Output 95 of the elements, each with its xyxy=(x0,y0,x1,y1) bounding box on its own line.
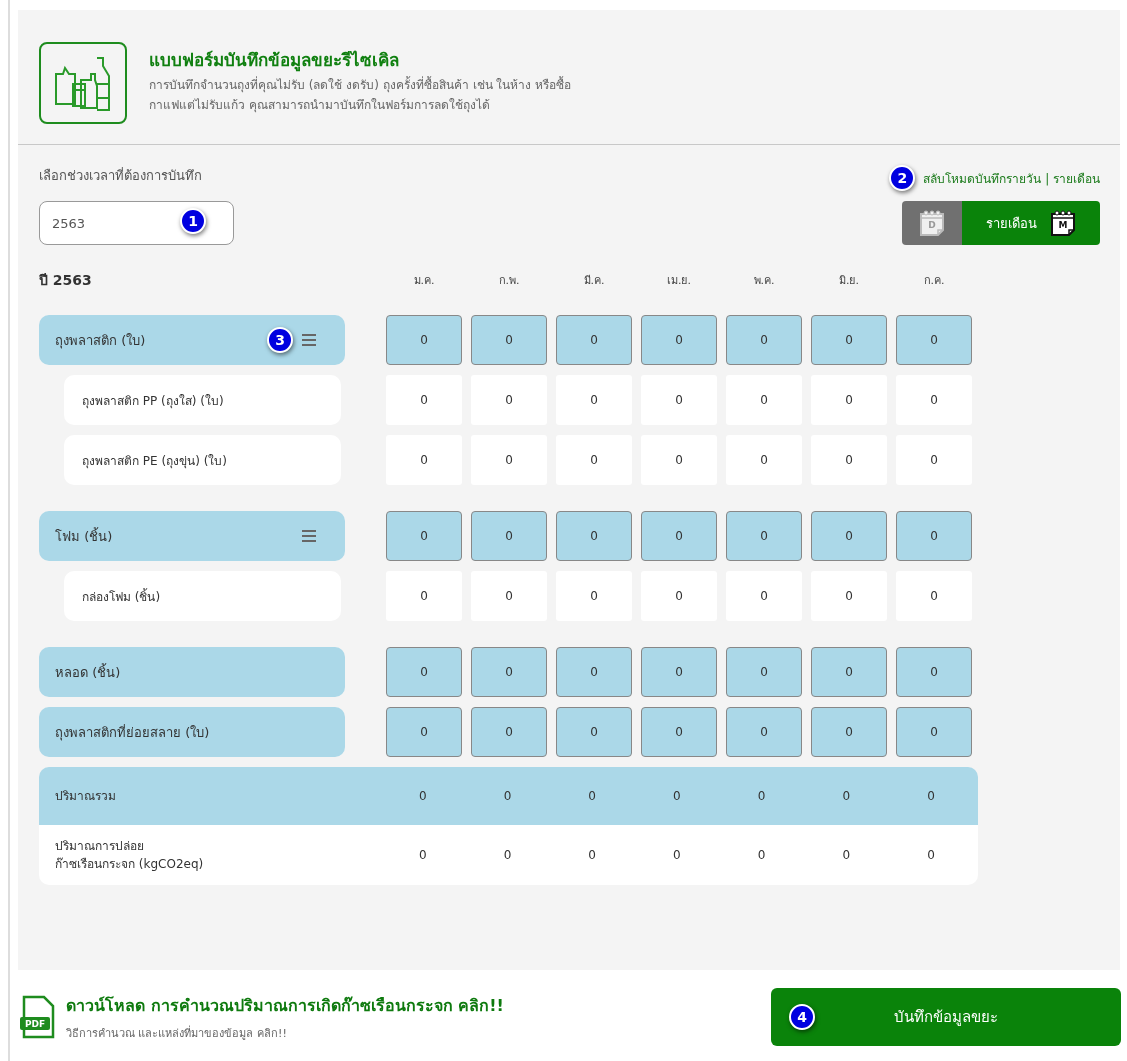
value-field[interactable]: 0 xyxy=(556,435,632,485)
value-field[interactable]: 0 xyxy=(471,647,547,697)
form-title: แบบฟอร์มบันทึกข้อมูลขยะรีไซเคิล xyxy=(149,49,400,73)
value-field[interactable]: 0 xyxy=(556,571,632,621)
value-field[interactable]: 0 xyxy=(471,435,547,485)
value-field[interactable]: 0 xyxy=(811,435,887,485)
value-field[interactable]: 0 xyxy=(386,707,462,757)
mode-switch-link[interactable]: สลับโหมดบันทึกรายวัน | รายเดือน xyxy=(923,168,1100,188)
value-field[interactable]: 0 xyxy=(896,375,972,425)
callout-badge: 4 xyxy=(789,1004,815,1030)
value-field[interactable]: 0 xyxy=(386,511,462,561)
value-field[interactable]: 0 xyxy=(896,647,972,697)
value-field[interactable]: 0 xyxy=(896,707,972,757)
value-field[interactable]: 0 xyxy=(471,707,547,757)
value-field[interactable]: 0 xyxy=(726,435,802,485)
year-heading: ปี 2563 xyxy=(39,271,93,290)
emission-value: 0 xyxy=(756,848,767,862)
emission-label: ปริมาณการปล่อย ก๊าซเรือนกระจก (kgCO2eq) xyxy=(54,838,205,873)
value-field[interactable]: 0 xyxy=(641,647,717,697)
value-field[interactable]: 0 xyxy=(556,707,632,757)
subcategory-label: ถุงพลาสติก PE (ถุงขุ่น) (ใบ) xyxy=(64,435,341,485)
subcategory-label: ถุงพลาสติก PP (ถุงใส) (ใบ) xyxy=(64,375,341,425)
source-link[interactable]: วิธีการคำนวณ และแหล่งที่มาของข้อมูล คลิก!! xyxy=(66,1023,504,1042)
value-field[interactable]: 0 xyxy=(811,315,887,365)
category-label: หลอด (ชิ้น) xyxy=(39,647,345,697)
bag-and-bottles-icon xyxy=(53,54,113,112)
month-header: ก.พ. xyxy=(497,273,521,289)
category-label: ถุงพลาสติก (ใบ) 3 xyxy=(39,315,345,365)
value-field[interactable]: 0 xyxy=(556,315,632,365)
value-field[interactable]: 0 xyxy=(641,435,717,485)
emission-value: 0 xyxy=(587,848,597,862)
month-header: มิ.ย. xyxy=(838,273,860,289)
month-header: ม.ค. xyxy=(412,273,436,289)
value-field[interactable]: 0 xyxy=(386,647,462,697)
value-field[interactable]: 0 xyxy=(896,511,972,561)
total-value: 0 xyxy=(587,789,597,803)
total-value: 0 xyxy=(417,789,428,803)
value-field[interactable]: 0 xyxy=(556,511,632,561)
total-label: ปริมาณรวม xyxy=(54,788,117,805)
category-label: โฟม (ชิ้น) xyxy=(39,511,345,561)
value-field[interactable]: 0 xyxy=(471,315,547,365)
total-value: 0 xyxy=(926,789,936,803)
value-field[interactable]: 0 xyxy=(641,707,717,757)
value-field[interactable]: 0 xyxy=(726,647,802,697)
total-value: 0 xyxy=(672,789,682,803)
value-field[interactable]: 0 xyxy=(726,375,802,425)
month-header: พ.ค. xyxy=(752,273,776,289)
value-field[interactable]: 0 xyxy=(471,375,547,425)
value-field[interactable]: 0 xyxy=(641,571,717,621)
mode-option[interactable]: รายเดือน M xyxy=(962,201,1100,245)
month-header: เม.ย. xyxy=(666,273,692,289)
total-value: 0 xyxy=(756,789,767,803)
value-field[interactable]: 0 xyxy=(471,571,547,621)
period-label: เลือกช่วงเวลาที่ต้องการบันทึก xyxy=(39,166,203,185)
value-field[interactable]: 0 xyxy=(641,375,717,425)
callout-badge: 2 xyxy=(889,165,916,191)
value-field[interactable]: 0 xyxy=(896,435,972,485)
emission-value: 0 xyxy=(417,848,428,862)
total-value: 0 xyxy=(841,789,852,803)
value-field[interactable]: 0 xyxy=(641,511,717,561)
value-field[interactable]: 0 xyxy=(811,647,887,697)
pdf-file-icon[interactable]: PDF xyxy=(20,995,56,1039)
value-field[interactable]: 0 xyxy=(811,571,887,621)
value-field[interactable]: 0 xyxy=(811,707,887,757)
value-field[interactable]: 0 xyxy=(471,511,547,561)
form-description: การบันทึกจำนวนถุงที่คุณไม่รับ (ลดใช้ งดรับ) ถุงครั้งที่ซื้อสินค้า เช่น ในห้าง หรือซื้อ กาแฟแต่ไม่รับแก้ว คุณสามารถนำมาบันทึกในฟอร์มการลดใช้ถุงได้ xyxy=(149,75,572,115)
total-value: 0 xyxy=(502,789,513,803)
value-field[interactable]: 0 xyxy=(386,375,462,425)
value-field[interactable]: 0 xyxy=(726,571,802,621)
value-field[interactable]: 0 xyxy=(811,511,887,561)
category-label: ถุงพลาสติกที่ย่อยสลาย (ใบ) xyxy=(39,707,345,757)
emission-value: 0 xyxy=(841,848,852,862)
month-header: มี.ค. xyxy=(582,273,606,289)
menu-icon[interactable] xyxy=(301,333,317,347)
value-field[interactable]: 0 xyxy=(386,315,462,365)
value-field[interactable]: 0 xyxy=(556,647,632,697)
menu-icon[interactable] xyxy=(301,529,317,543)
emission-value: 0 xyxy=(502,848,513,862)
value-field[interactable]: 0 xyxy=(556,375,632,425)
month-header: ก.ค. xyxy=(922,273,946,289)
value-field[interactable]: 0 xyxy=(726,315,802,365)
value-field[interactable]: 0 xyxy=(726,511,802,561)
value-field[interactable]: 0 xyxy=(896,315,972,365)
value-field[interactable]: 0 xyxy=(811,375,887,425)
subcategory-label: กล่องโฟม (ชิ้น) xyxy=(64,571,341,621)
value-field[interactable]: 0 xyxy=(386,435,462,485)
save-button[interactable]: 4 บันทึกข้อมูลขยะ xyxy=(771,988,1121,1046)
emission-value: 0 xyxy=(672,848,682,862)
value-field[interactable]: 0 xyxy=(641,315,717,365)
value-field[interactable]: 0 xyxy=(896,571,972,621)
value-field[interactable]: 0 xyxy=(726,707,802,757)
emission-value: 0 xyxy=(926,848,936,862)
value-field[interactable]: 0 xyxy=(386,571,462,621)
download-link[interactable]: ดาวน์โหลด การคำนวณปริมาณการเกิดก๊าซเรือนกระจก คลิก!! xyxy=(66,992,504,1018)
callout-badge: 3 xyxy=(267,327,293,353)
